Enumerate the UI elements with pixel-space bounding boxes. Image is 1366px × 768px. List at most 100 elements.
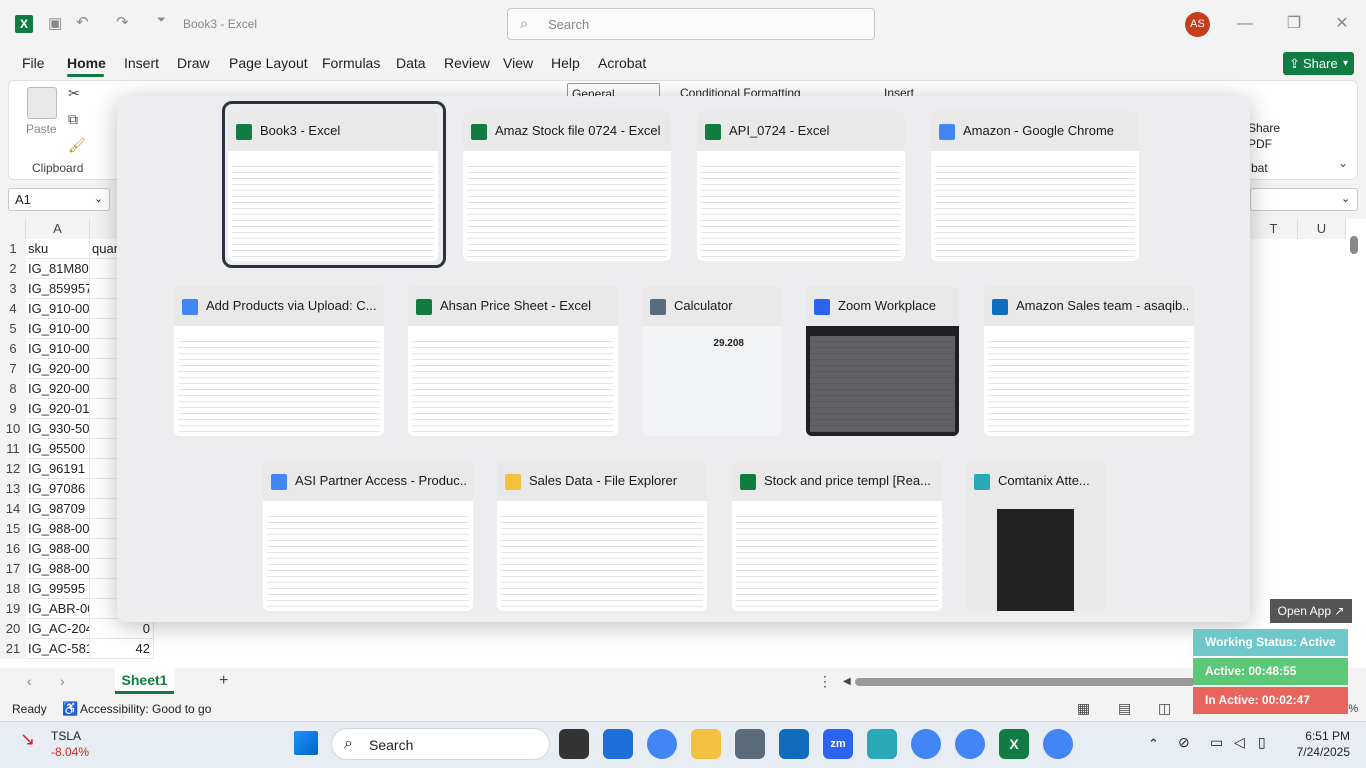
- minimize-icon[interactable]: —: [1233, 12, 1257, 36]
- cell-a[interactable]: IG_96191: [26, 459, 90, 479]
- cell-a[interactable]: IG_920-01: [26, 399, 90, 419]
- collapse-ribbon-icon[interactable]: ⌄: [1338, 156, 1348, 170]
- cell-a[interactable]: IG_910-00: [26, 339, 90, 359]
- window-card[interactable]: Stock and price templ [Rea...: [732, 461, 942, 611]
- cell-a[interactable]: IG_95500: [26, 439, 90, 459]
- cell-a[interactable]: IG_988-00: [26, 539, 90, 559]
- copy-icon[interactable]: ⧉: [68, 111, 78, 128]
- menu-view[interactable]: View: [503, 55, 533, 71]
- row-number[interactable]: 11: [0, 439, 26, 459]
- avatar[interactable]: AS: [1185, 12, 1210, 37]
- clock-date[interactable]: 7/24/2025: [1282, 745, 1350, 759]
- row-number[interactable]: 18: [0, 579, 26, 599]
- cell-a[interactable]: IG_ABR-00: [26, 599, 90, 619]
- search-box[interactable]: ⌕ Search: [507, 8, 875, 40]
- row-number[interactable]: 20: [0, 619, 26, 639]
- task-view-icon[interactable]: [559, 729, 589, 759]
- cut-icon[interactable]: ✂: [68, 85, 80, 102]
- cell-a[interactable]: IG_AC-581: [26, 639, 90, 659]
- chevron-up-icon[interactable]: ⌃: [1148, 736, 1159, 752]
- column-header-t[interactable]: T: [1250, 219, 1298, 239]
- volume-icon[interactable]: ◁: [1234, 734, 1245, 751]
- menu-data[interactable]: Data: [396, 55, 426, 71]
- share-button[interactable]: ⇪ Share ▾: [1283, 52, 1354, 75]
- excel-taskbar-icon[interactable]: X: [999, 729, 1029, 759]
- menu-home[interactable]: Home: [67, 55, 106, 71]
- window-card[interactable]: Amazon Sales team - asaqib...: [984, 286, 1194, 436]
- column-header-u[interactable]: U: [1298, 219, 1346, 239]
- window-card[interactable]: Comtanix Atte...: [966, 461, 1105, 611]
- chrome-icon[interactable]: [647, 729, 677, 759]
- row-number[interactable]: 17: [0, 559, 26, 579]
- cell-a[interactable]: IG_98709: [26, 499, 90, 519]
- file-explorer-icon[interactable]: [691, 729, 721, 759]
- cell-a[interactable]: IG_859957: [26, 279, 90, 299]
- row-number[interactable]: 3: [0, 279, 26, 299]
- cell-a[interactable]: IG_81M80: [26, 259, 90, 279]
- row-number[interactable]: 7: [0, 359, 26, 379]
- cell-b[interactable]: 0: [90, 619, 154, 639]
- cell-b[interactable]: 42: [90, 639, 154, 659]
- windows-start-icon[interactable]: [294, 731, 318, 755]
- window-card[interactable]: ASI Partner Access - Produc...: [263, 461, 473, 611]
- cell-a[interactable]: IG_97086: [26, 479, 90, 499]
- column-header-a[interactable]: A: [26, 219, 90, 239]
- window-card[interactable]: Calculator 29.208: [642, 286, 782, 436]
- window-card[interactable]: Ahsan Price Sheet - Excel: [408, 286, 618, 436]
- calculator-icon[interactable]: [735, 729, 765, 759]
- name-box[interactable]: A1 ⌄: [8, 188, 110, 211]
- cell-a[interactable]: IG_930-50: [26, 419, 90, 439]
- row-number[interactable]: 14: [0, 499, 26, 519]
- sheet-tab-sheet1[interactable]: Sheet1: [115, 668, 174, 694]
- outlook-icon[interactable]: [779, 729, 809, 759]
- store-icon[interactable]: [603, 729, 633, 759]
- customize-toolbar-icon[interactable]: ⏷: [157, 14, 166, 27]
- close-icon[interactable]: ✕: [1330, 12, 1354, 36]
- cell-a[interactable]: IG_99595: [26, 579, 90, 599]
- row-number[interactable]: 9: [0, 399, 26, 419]
- normal-view-icon[interactable]: ▦: [1077, 700, 1090, 717]
- save-icon[interactable]: ▣: [48, 14, 62, 32]
- row-number[interactable]: 10: [0, 419, 26, 439]
- window-card[interactable]: Zoom Workplace: [806, 286, 959, 436]
- next-sheet-icon[interactable]: ›: [60, 673, 65, 689]
- page-break-view-icon[interactable]: ◫: [1158, 700, 1171, 717]
- cell-a[interactable]: IG_910-00: [26, 299, 90, 319]
- window-card[interactable]: Amazon - Google Chrome: [931, 111, 1139, 261]
- row-number[interactable]: 19: [0, 599, 26, 619]
- row-number[interactable]: 8: [0, 379, 26, 399]
- battery-icon[interactable]: ▯: [1258, 734, 1266, 751]
- paste-icon[interactable]: [27, 87, 57, 119]
- clock-time[interactable]: 6:51 PM: [1302, 729, 1350, 743]
- menu-review[interactable]: Review: [444, 55, 490, 71]
- expand-formula-icon[interactable]: ⌄: [1341, 192, 1350, 205]
- prev-sheet-icon[interactable]: ‹: [27, 673, 32, 689]
- chrome-profile-2-icon[interactable]: [955, 729, 985, 759]
- restore-icon[interactable]: ❐: [1282, 12, 1306, 36]
- chrome-profile-icon[interactable]: [911, 729, 941, 759]
- cell-a[interactable]: IG_910-00: [26, 319, 90, 339]
- formula-input[interactable]: ⌄: [1250, 188, 1358, 211]
- accessibility-status[interactable]: Accessibility: Good to go: [80, 702, 211, 716]
- horizontal-scrollbar-thumb[interactable]: [855, 678, 1195, 686]
- zoom-icon[interactable]: zm: [823, 729, 853, 759]
- window-card[interactable]: API_0724 - Excel: [697, 111, 905, 261]
- menu-formulas[interactable]: Formulas: [322, 55, 380, 71]
- window-card[interactable]: Amaz Stock file 0724 - Excel: [463, 111, 671, 261]
- more-options-icon[interactable]: ⋮: [818, 673, 832, 690]
- network-icon[interactable]: ⊘: [1178, 734, 1190, 751]
- share-pdf-button[interactable]: Share PDF: [1248, 120, 1280, 152]
- row-number[interactable]: 1: [0, 239, 26, 259]
- format-painter-icon[interactable]: 🖌: [68, 137, 86, 154]
- row-number[interactable]: 4: [0, 299, 26, 319]
- select-all-corner[interactable]: [0, 219, 26, 239]
- menu-file[interactable]: File: [22, 55, 45, 71]
- row-number[interactable]: 21: [0, 639, 26, 659]
- display-icon[interactable]: ▭: [1210, 734, 1223, 751]
- comtanix-icon[interactable]: [867, 729, 897, 759]
- menu-acrobat[interactable]: Acrobat: [598, 55, 646, 71]
- cell-a[interactable]: sku: [26, 239, 90, 259]
- window-card[interactable]: Add Products via Upload: C...: [174, 286, 384, 436]
- row-number[interactable]: 16: [0, 539, 26, 559]
- cell-a[interactable]: IG_920-00: [26, 359, 90, 379]
